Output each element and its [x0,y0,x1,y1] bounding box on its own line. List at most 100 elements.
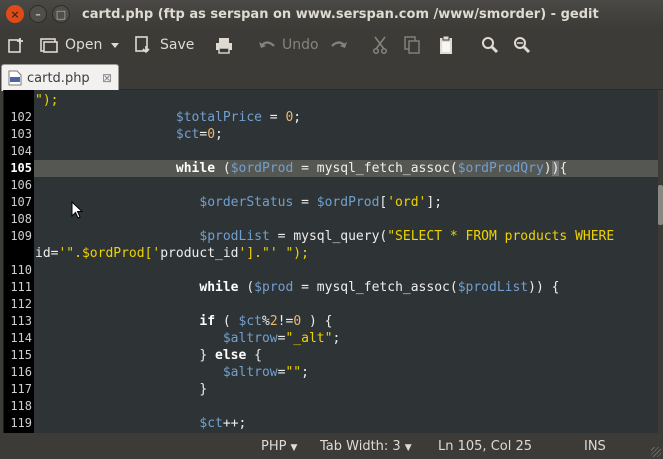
code-line[interactable]: 112 [4,296,658,313]
paste-button[interactable] [438,28,454,61]
save-icon [135,35,150,53]
tab-width-selector[interactable]: Tab Width: 3 ▼ [320,439,412,454]
language-label: PHP [261,439,287,454]
minimize-window-button[interactable]: – [29,5,47,23]
redo-icon [331,40,347,48]
dropdown-arrow-icon [111,42,119,48]
code-line[interactable]: 118 [4,398,658,415]
code-line[interactable]: 105 while ($ordProd = mysql_fetch_assoc(… [4,160,658,177]
resize-grip[interactable] [651,447,661,457]
line-number: 110 [10,263,32,277]
new-document-button[interactable] [7,28,25,61]
code-line[interactable]: 113 if ( $ct%2!=0 ) { [4,313,658,330]
dropdown-arrow-icon: ▼ [290,443,298,453]
code-line[interactable]: 102 $totalPrice = 0; [4,109,658,126]
code-line[interactable]: id='".$ordProd['product_id']."' "); [4,245,658,262]
code-text: while ($prod = mysql_fetch_assoc($prodLi… [199,280,560,295]
save-button[interactable]: Save [134,28,194,61]
tab-label: cartd.php [27,70,90,86]
code-text: $ct++; [199,416,247,431]
line-number: 109 [10,229,32,243]
code-text: } else { [35,348,262,363]
line-number: 108 [10,212,32,226]
line-number: 106 [10,178,32,192]
code-line[interactable]: 107 $orderStatus = $ordProd['ord']; [4,194,658,211]
mouse-pointer-icon [71,201,83,219]
line-number: 105 [10,161,32,175]
line-number: 114 [10,331,32,345]
tab-cartd-php[interactable]: cartd.php ⊠ [1,64,119,91]
new-document-icon [8,37,23,53]
code-text: $totalPrice = 0; [175,110,302,125]
code-line[interactable]: 111 while ($prod = mysql_fetch_assoc($pr… [4,279,658,296]
printer-icon [216,37,232,54]
maximize-window-button[interactable]: □ [52,5,70,23]
undo-icon [259,40,275,48]
find-button[interactable] [481,28,499,61]
status-bar: PHP ▼ Tab Width: 3 ▼ Ln 105, Col 25 INS [0,433,663,459]
clipboard-icon [440,35,452,54]
copy-icon [404,35,420,54]
open-label: Open [65,36,103,53]
code-line[interactable]: 115 } else { [4,347,658,364]
line-number: 102 [10,110,32,124]
code-text: $altrow=""; [222,365,309,380]
code-text: } [35,382,208,397]
code-editor[interactable]: "); 102 $totalPrice = 0; 103 $ct=0; 104 105 … [3,90,658,433]
toolbar: Open Save Undo [0,28,663,61]
code-line[interactable]: 110 [4,262,658,279]
vertical-scrollbar[interactable] [658,90,663,433]
open-button[interactable]: Open [39,28,102,61]
print-button[interactable] [214,28,234,61]
language-selector[interactable]: PHP ▼ [261,439,297,454]
code-text: $orderStatus = $ordProd['ord']; [199,195,443,210]
window-title: cartd.php (ftp as serspan on www.serspan… [82,6,599,22]
line-number: 119 [10,416,32,430]
code-text: if ( $ct%2!=0 ) { [199,314,333,329]
line-number: 104 [10,144,32,158]
code-text: while ($ordProd = mysql_fetch_assoc($ord… [175,161,568,176]
line-number: 116 [10,365,32,379]
cut-button[interactable] [372,28,388,61]
code-line[interactable]: 116 $altrow=""; [4,364,658,381]
code-line[interactable]: 108 [4,211,658,228]
scrollbar-thumb[interactable] [658,185,663,225]
search-replace-icon [514,36,531,53]
find-replace-button[interactable] [513,28,531,61]
document-tab-bar: cartd.php ⊠ [0,61,663,91]
line-number: 107 [10,195,32,209]
save-label: Save [160,36,195,53]
tab-close-icon[interactable]: ⊠ [102,71,112,85]
code-line[interactable]: 103 $ct=0; [4,126,658,143]
open-folder-icon [40,37,58,53]
line-number: 103 [10,127,32,141]
redo-button[interactable] [330,28,348,61]
open-recent-dropdown[interactable] [110,28,120,61]
cursor-position: Ln 105, Col 25 [438,439,533,454]
code-text: $altrow="_alt"; [222,331,341,346]
line-number: 117 [10,382,32,396]
code-line[interactable]: 119 $ct++; [4,415,658,432]
code-line[interactable]: 106 [4,177,658,194]
undo-button[interactable]: Undo [258,28,319,61]
code-line[interactable]: 117 } [4,381,658,398]
line-number: 113 [10,314,32,328]
code-text: $prodList = mysql_query("SELECT * FROM p… [199,229,615,244]
tab-width-label: Tab Width: 3 [320,439,401,454]
line-number: 115 [10,348,32,362]
copy-button[interactable] [404,28,420,61]
code-text: "); [35,93,59,108]
line-number: 112 [10,297,32,311]
search-icon [482,36,499,53]
code-line[interactable]: 114 $altrow="_alt"; [4,330,658,347]
php-file-icon [8,70,22,86]
code-line[interactable]: 109 $prodList = mysql_query("SELECT * FR… [4,228,658,245]
code-text: $ct=0; [175,127,223,142]
dropdown-arrow-icon: ▼ [404,443,412,453]
code-line[interactable]: 104 [4,143,658,160]
code-text: id='".$ordProd['product_id']."' "); [35,246,309,261]
close-window-button[interactable]: × [6,5,24,23]
scissors-icon [372,36,388,54]
code-line[interactable]: "); [4,92,658,109]
line-number: 118 [10,399,32,413]
